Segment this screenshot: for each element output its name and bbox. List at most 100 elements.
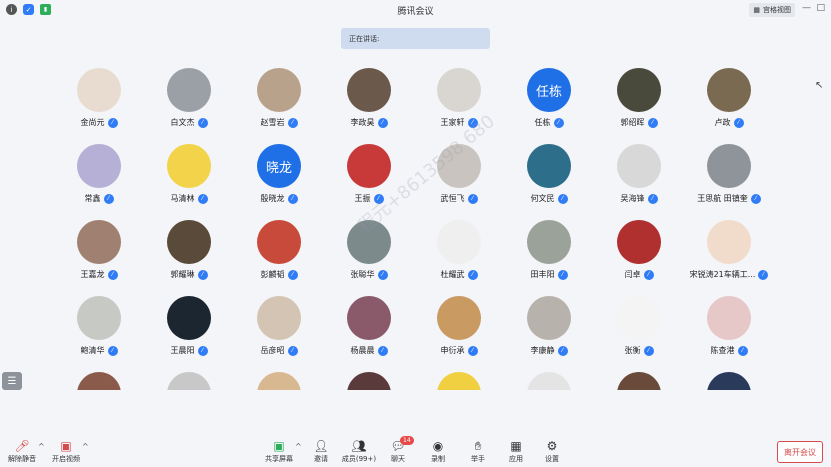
mic-status-icon: ⁄	[557, 345, 568, 356]
participant-tile[interactable]: 杜耀武 ⁄	[414, 220, 504, 280]
minimize-icon[interactable]: —	[802, 3, 811, 13]
mic-status-icon: ⁄	[647, 193, 658, 204]
participant-tile[interactable]: 常鑫 ⁄	[54, 144, 144, 204]
participant-tile[interactable]	[684, 372, 774, 390]
maximize-icon[interactable]: □	[816, 3, 825, 13]
participant-tile[interactable]: 岳彦昭 ⁄	[234, 296, 324, 356]
participant-name-row: 赵雪岩 ⁄	[234, 117, 324, 128]
participant-tile[interactable]: 李康静 ⁄	[504, 296, 594, 356]
avatar	[617, 144, 661, 188]
participant-name-row: 张衡 ⁄	[594, 345, 684, 356]
participant-tile[interactable]: 李政昊 ⁄	[324, 68, 414, 128]
participant-name: 闫卓	[624, 270, 641, 279]
participant-tile[interactable]: 任栋 任栋 ⁄	[504, 68, 594, 128]
participant-tile[interactable]: 王嘉龙 ⁄	[54, 220, 144, 280]
participant-name-row: 王思航 田镇奎 ⁄	[684, 193, 774, 204]
participant-tile[interactable]: 王思航 田镇奎 ⁄	[684, 144, 774, 204]
avatar	[347, 144, 391, 188]
participant-name-row: 岳彦昭 ⁄	[234, 345, 324, 356]
participant-name: 常鑫	[84, 194, 101, 203]
participant-name: 李政昊	[350, 118, 375, 127]
participant-tile[interactable]: 白文杰 ⁄	[144, 68, 234, 128]
view-mode-button[interactable]: ▦ 宫格视图	[749, 3, 795, 17]
avatar	[77, 296, 121, 340]
mic-status-icon: ⁄	[197, 269, 208, 280]
participant-tile[interactable]: 闫卓 ⁄	[594, 220, 684, 280]
mic-status-icon: ⁄	[643, 269, 654, 280]
participant-tile[interactable]: 马清林 ⁄	[144, 144, 234, 204]
participant-name-row: 卢政 ⁄	[684, 117, 774, 128]
participant-name-row: 杜耀武 ⁄	[414, 269, 504, 280]
participant-tile[interactable]	[324, 372, 414, 390]
leave-meeting-button[interactable]: 离开会议	[777, 441, 823, 463]
participant-tile[interactable]: 郭耀琳 ⁄	[144, 220, 234, 280]
participant-tile[interactable]: 王晨阳 ⁄	[144, 296, 234, 356]
participant-name-row: 彭麟韬 ⁄	[234, 269, 324, 280]
participant-tile[interactable]: 卢政 ⁄	[684, 68, 774, 128]
participant-tile[interactable]: 张衡 ⁄	[594, 296, 684, 356]
avatar	[167, 144, 211, 188]
avatar	[527, 296, 571, 340]
participant-tile[interactable]: 王振 ⁄	[324, 144, 414, 204]
avatar	[77, 220, 121, 264]
participant-tile[interactable]: 何文民 ⁄	[504, 144, 594, 204]
participant-name-row: 殷晓龙 ⁄	[234, 193, 324, 204]
participant-tile[interactable]: 武恒飞 ⁄	[414, 144, 504, 204]
participant-tile[interactable]: 彭麟韬 ⁄	[234, 220, 324, 280]
mic-status-icon: ⁄	[103, 193, 114, 204]
participant-tile[interactable]: 陈查港 ⁄	[684, 296, 774, 356]
participant-name: 卢政	[714, 118, 731, 127]
avatar	[617, 372, 661, 390]
participant-name: 殷晓龙	[260, 194, 285, 203]
record-button[interactable]: ◉ 录制	[416, 438, 460, 464]
avatar: 任栋	[527, 68, 571, 112]
avatar	[347, 372, 391, 390]
participant-tile[interactable]	[144, 372, 234, 390]
participant-tile[interactable]	[594, 372, 684, 390]
mic-status-icon: ⁄	[107, 345, 118, 356]
mic-status-icon: ⁄	[287, 345, 298, 356]
mic-status-icon: ⁄	[733, 117, 744, 128]
participant-tile[interactable]	[414, 372, 504, 390]
participant-name-row: 宋锐涛21车辆工... ⁄	[684, 269, 774, 280]
avatar	[257, 296, 301, 340]
participant-tile[interactable]: 宋锐涛21车辆工... ⁄	[684, 220, 774, 280]
mic-status-icon: ⁄	[197, 117, 208, 128]
participant-tile[interactable]: 金尚元 ⁄	[54, 68, 144, 128]
chat-button[interactable]: 💬︎ 14 聊天	[376, 436, 420, 464]
participant-tile[interactable]: 杨晨晨 ⁄	[324, 296, 414, 356]
settings-button[interactable]: ⚙ 设置	[530, 438, 574, 464]
participant-tile[interactable]: 赵雪岩 ⁄	[234, 68, 324, 128]
participant-name-row: 陈查港 ⁄	[684, 345, 774, 356]
avatar	[77, 68, 121, 112]
mic-status-icon: ⁄	[553, 117, 564, 128]
participant-tile[interactable]	[504, 372, 594, 390]
mic-status-icon: ⁄	[557, 193, 568, 204]
participant-tile[interactable]: 吴海锋 ⁄	[594, 144, 684, 204]
participant-tile[interactable]: 鲍清华 ⁄	[54, 296, 144, 356]
participant-name: 任栋	[534, 118, 551, 127]
participant-name: 宋锐涛21车辆工...	[689, 270, 756, 279]
participant-name-row: 申衍承 ⁄	[414, 345, 504, 356]
participant-tile[interactable]: 申衍承 ⁄	[414, 296, 504, 356]
participant-tile[interactable]: 王家轩 ⁄	[414, 68, 504, 128]
participant-tile[interactable]: 田丰阳 ⁄	[504, 220, 594, 280]
participant-name: 田丰阳	[530, 270, 555, 279]
participant-name-row: 白文杰 ⁄	[144, 117, 234, 128]
avatar	[527, 220, 571, 264]
video-options-caret[interactable]: ^	[82, 442, 89, 451]
participant-name: 王思航 田镇奎	[697, 194, 748, 203]
participant-name: 申衍承	[440, 346, 465, 355]
gear-icon: ⚙	[546, 439, 558, 453]
participant-tile[interactable]: 郭绍晖 ⁄	[594, 68, 684, 128]
participant-tile[interactable]: 张聪华 ⁄	[324, 220, 414, 280]
side-panel-handle[interactable]: ☰	[2, 372, 22, 390]
mic-status-icon: ⁄	[107, 117, 118, 128]
avatar	[347, 68, 391, 112]
participant-tile[interactable]: 晓龙 殷晓龙 ⁄	[234, 144, 324, 204]
participant-name-row: 鲍清华 ⁄	[54, 345, 144, 356]
participant-name-row: 王晨阳 ⁄	[144, 345, 234, 356]
members-button[interactable]: 👥︎ 成员(99+)	[337, 438, 381, 464]
participant-tile[interactable]	[54, 372, 144, 390]
participant-tile[interactable]	[234, 372, 324, 390]
